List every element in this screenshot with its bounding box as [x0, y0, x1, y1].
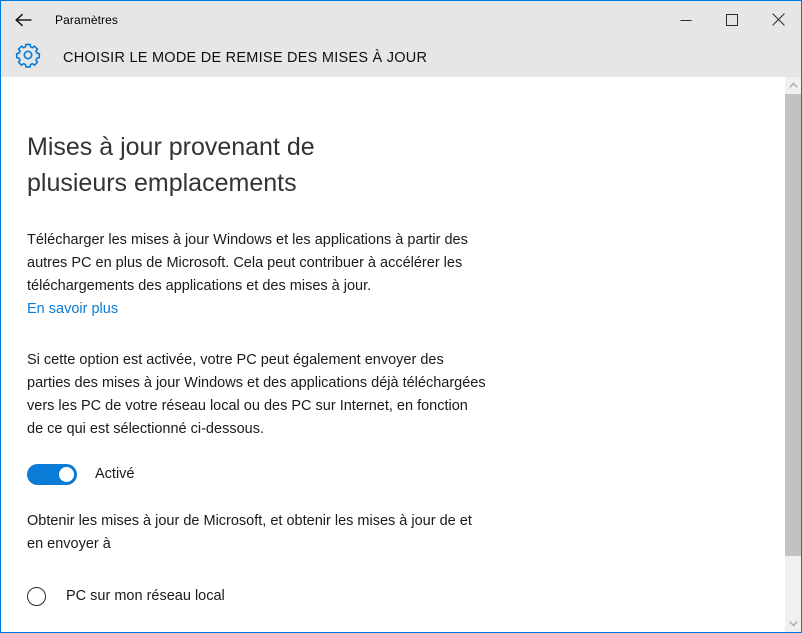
- gear-icon: [15, 42, 41, 73]
- titlebar: Paramètres: [1, 1, 801, 38]
- maximize-icon: [726, 13, 738, 26]
- close-icon: [771, 13, 785, 26]
- back-button[interactable]: [1, 1, 47, 38]
- toggle-state-label: Activé: [95, 466, 135, 482]
- minimize-button[interactable]: [663, 1, 709, 38]
- window-controls: [663, 1, 801, 38]
- toggle-knob: [59, 466, 74, 482]
- close-button[interactable]: [755, 1, 801, 38]
- settings-window: Paramètres CHOISIR LE MODE DE REMISE DES…: [0, 0, 802, 633]
- description-paragraph-3: Obtenir les mises à jour de Microsoft, e…: [27, 513, 472, 552]
- page-title: Mises à jour provenant de plusieurs empl…: [27, 133, 315, 197]
- page-header: CHOISIR LE MODE DE REMISE DES MISES À JO…: [1, 38, 801, 77]
- vertical-scrollbar[interactable]: [784, 77, 801, 632]
- radio-option-local-network[interactable]: PC sur mon réseau local: [27, 584, 527, 608]
- header-title: CHOISIR LE MODE DE REMISE DES MISES À JO…: [63, 49, 428, 66]
- maximize-button[interactable]: [709, 1, 755, 38]
- window-title: Paramètres: [55, 12, 119, 27]
- scrollbar-down-button[interactable]: [785, 615, 801, 632]
- toggle-row: Activé: [27, 463, 527, 485]
- scrollbar-thumb[interactable]: [785, 94, 801, 556]
- back-arrow-icon: [14, 12, 34, 28]
- radio-label-local-network: PC sur mon réseau local: [66, 588, 225, 604]
- scrollbar-up-button[interactable]: [785, 77, 801, 94]
- description-paragraph-2: Si cette option est activée, votre PC pe…: [27, 352, 486, 437]
- minimize-icon: [680, 14, 692, 26]
- description-paragraph-1: Télécharger les mises à jour Windows et …: [27, 232, 468, 294]
- radio-button-unselected-icon[interactable]: [27, 586, 46, 606]
- chevron-up-icon: [788, 82, 798, 89]
- gear-icon-wrapper: [1, 42, 53, 73]
- chevron-down-icon: [788, 620, 798, 627]
- learn-more-link[interactable]: En savoir plus: [27, 298, 118, 321]
- updates-toggle-switch[interactable]: [27, 463, 77, 485]
- content-area: Mises à jour provenant de plusieurs empl…: [1, 77, 801, 632]
